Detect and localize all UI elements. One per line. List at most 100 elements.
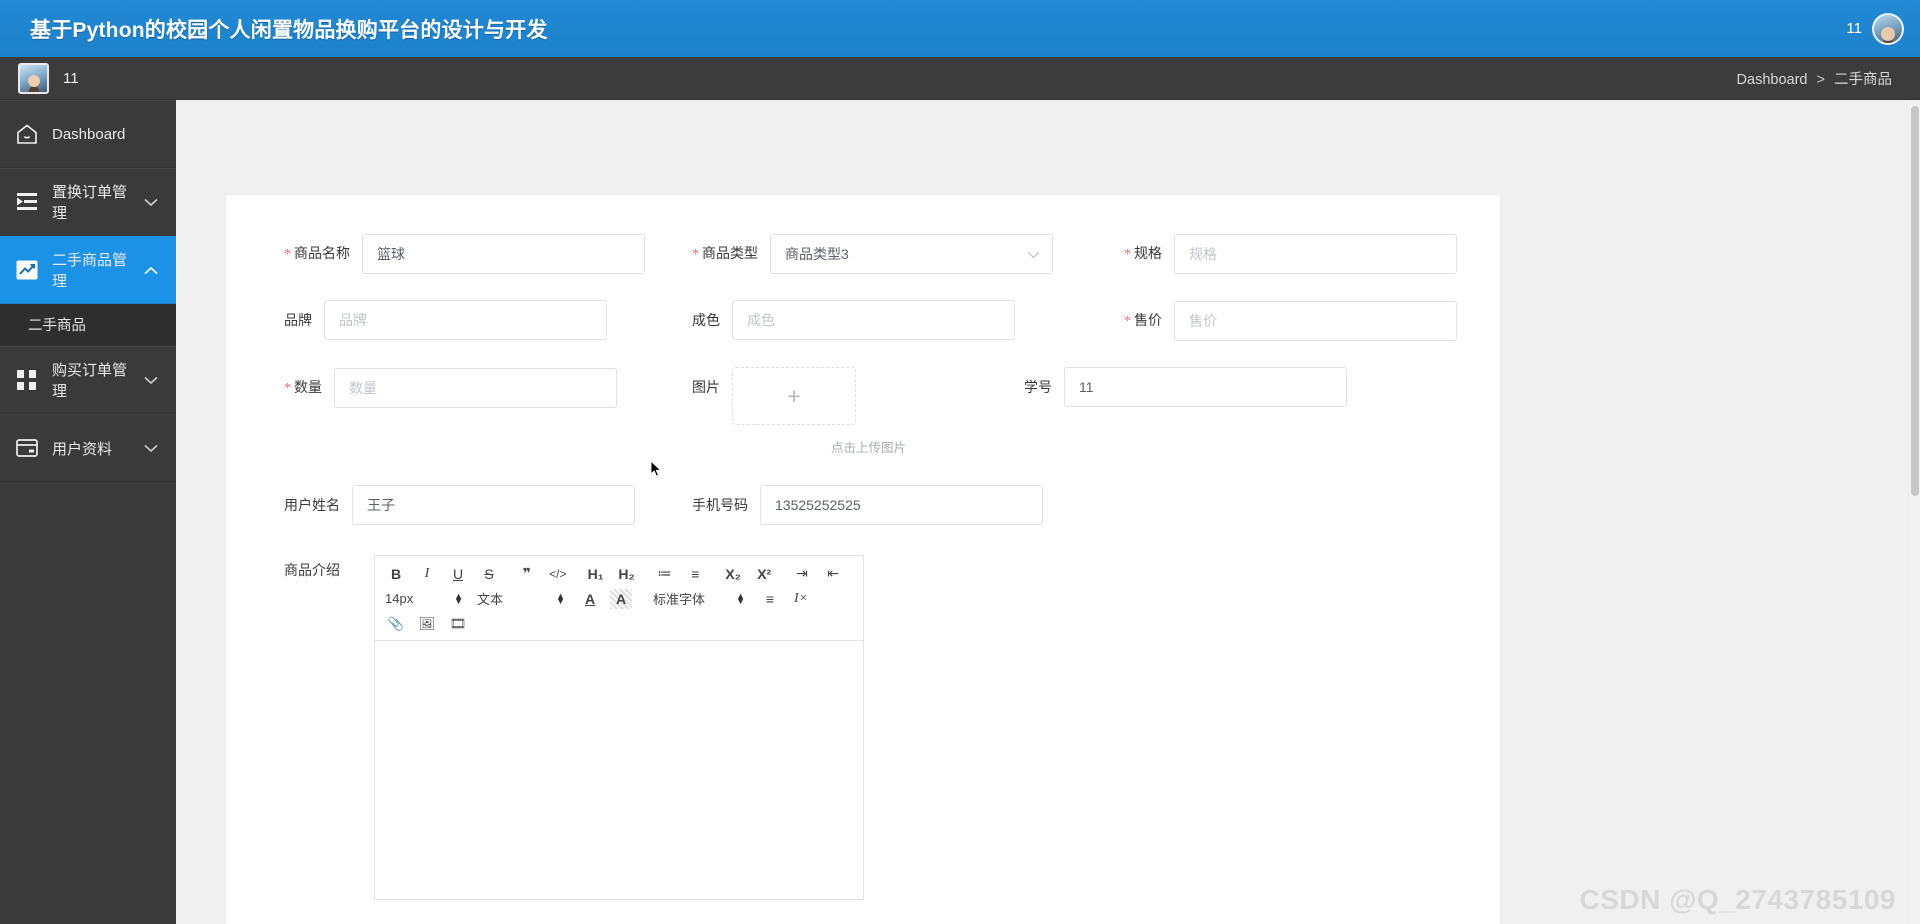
select-value: 商品类型3 (785, 246, 849, 262)
vertical-scrollbar[interactable] (1910, 100, 1920, 924)
titlebar-user-area[interactable]: 11 (1846, 12, 1904, 45)
field-condition: 成色 成色 (692, 300, 1015, 340)
student-id-input[interactable]: 11 (1064, 367, 1347, 407)
chevron-up-icon[interactable] (140, 266, 162, 275)
phone-input[interactable]: 13525252525 (760, 485, 1043, 525)
field-label: * 商品名称 (284, 245, 350, 262)
page-title-bar: 基于Python的校园个人闲置物品换购平台的设计与开发 11 (0, 0, 1920, 57)
field-brand: 品牌 品牌 (284, 300, 607, 340)
input-placeholder: 成色 (747, 312, 775, 328)
page-title: 基于Python的校园个人闲置物品换购平台的设计与开发 (30, 18, 548, 42)
user-avatar[interactable] (1872, 12, 1904, 45)
required-marker: * (284, 247, 291, 262)
field-product-name: * 商品名称 篮球 (284, 233, 645, 275)
font-color-icon[interactable]: A (579, 589, 601, 609)
breadcrumb: Dashboard > 二手商品 (1737, 68, 1892, 89)
breadcrumb-root[interactable]: Dashboard (1737, 72, 1808, 88)
clear-format-icon[interactable]: I× (790, 589, 812, 609)
field-product-type: * 商品类型 商品类型3 (692, 233, 1053, 275)
list-arrow-icon (14, 189, 40, 215)
breadcrumb-current: 二手商品 (1834, 71, 1892, 88)
chevron-down-icon[interactable] (140, 376, 162, 385)
italic-icon[interactable]: I (416, 564, 438, 584)
editor-content-area[interactable] (375, 641, 863, 899)
sidebar-item-purchase-orders[interactable]: 购买订单管理 (0, 346, 176, 414)
chevron-down-icon (1027, 246, 1040, 262)
price-input[interactable]: 售价 (1174, 301, 1457, 341)
user-avatar[interactable] (18, 62, 49, 94)
field-label: 图片 (692, 379, 720, 395)
product-name-input[interactable]: 篮球 (362, 234, 645, 274)
field-student-id: 学号 11 (1024, 367, 1347, 407)
sidebar: Dashboard 置换订单管理 二手商品管理 二手商品 购买订单管理 用户资料 (0, 100, 176, 924)
sidebar-subitem-secondhand-product[interactable]: 二手商品 (0, 304, 176, 346)
attachment-icon[interactable]: 📎 (385, 614, 407, 634)
field-label: * 数量 (284, 379, 322, 396)
underline-icon[interactable]: U (447, 564, 469, 584)
sidebar-item-label: 二手商品管理 (52, 252, 128, 290)
chevron-down-icon[interactable] (140, 198, 162, 207)
field-price: * 售价 售价 (1124, 300, 1457, 342)
indent-increase-icon[interactable]: ⇥ (791, 564, 813, 584)
sidebar-item-dashboard[interactable]: Dashboard (0, 100, 176, 168)
watermark: CSDN @Q_2743785109 (1579, 884, 1896, 915)
topbar-username: 11 (63, 69, 79, 87)
product-type-select[interactable]: 商品类型3 (770, 234, 1053, 274)
text-type-value: 文本 (477, 592, 504, 607)
background-color-icon[interactable]: A (610, 588, 632, 609)
topbar-user-area[interactable]: 11 (0, 62, 79, 94)
sidebar-item-user-profile[interactable]: 用户资料 (0, 414, 176, 482)
spec-input[interactable]: 规格 (1174, 234, 1457, 274)
heading-2-icon[interactable]: H₂ (616, 564, 638, 584)
indent-decrease-icon[interactable]: ⇤ (822, 564, 844, 584)
insert-video-icon[interactable]: 🎞 (447, 614, 469, 634)
field-label: 学号 (1024, 379, 1052, 395)
text-type-select[interactable]: 文本 ▲ ▼ (477, 589, 565, 609)
required-marker: * (1124, 314, 1131, 329)
image-upload-button[interactable]: + (732, 367, 856, 425)
input-placeholder: 规格 (1189, 246, 1217, 262)
ordered-list-icon[interactable]: ≔ (653, 564, 675, 584)
chevron-down-icon[interactable] (140, 444, 162, 453)
superscript-icon[interactable]: X² (753, 564, 775, 584)
scrollbar-thumb[interactable] (1911, 106, 1919, 496)
editor-toolbar: B I U S ❞ </> H₁ H₂ ≔ ≡ X₂ X² ⇥ ⇤ 14px ▲… (375, 556, 863, 641)
font-size-select[interactable]: 14px ▲ ▼ (385, 589, 463, 609)
code-block-icon[interactable]: </> (547, 564, 569, 584)
font-family-select[interactable]: 标准字体 ▲ ▼ (653, 589, 745, 609)
field-label: * 售价 (1124, 312, 1162, 329)
editor-toolbar-row-1: B I U S ❞ </> H₁ H₂ ≔ ≡ X₂ X² ⇥ ⇤ (385, 563, 853, 584)
required-marker: * (1124, 247, 1131, 262)
quantity-input[interactable]: 数量 (334, 368, 617, 408)
field-description: 商品介绍 (284, 555, 352, 581)
sidebar-item-secondhand-products[interactable]: 二手商品管理 (0, 236, 176, 304)
brand-input[interactable]: 品牌 (324, 300, 607, 340)
field-spec: * 规格 规格 (1124, 233, 1457, 275)
heading-1-icon[interactable]: H₁ (585, 564, 607, 584)
bold-icon[interactable]: B (385, 564, 407, 584)
input-placeholder: 售价 (1189, 313, 1217, 329)
sidebar-item-label: 置换订单管理 (52, 184, 128, 222)
input-value: 11 (1079, 379, 1094, 395)
required-marker: * (692, 247, 699, 262)
condition-input[interactable]: 成色 (732, 300, 1015, 340)
field-image: 图片 + (692, 367, 856, 425)
field-label: 品牌 (284, 312, 312, 328)
spinner-icon: ▲ ▼ (736, 590, 745, 606)
blockquote-icon[interactable]: ❞ (516, 564, 538, 584)
subscript-icon[interactable]: X₂ (722, 564, 744, 584)
home-icon (14, 121, 40, 147)
insert-image-icon[interactable]: 🖼 (416, 614, 438, 634)
user-name-input[interactable]: 王子 (352, 485, 635, 525)
field-label: 用户姓名 (284, 497, 340, 513)
spinner-icon: ▲ ▼ (454, 590, 463, 606)
field-user-name: 用户姓名 王子 (284, 485, 635, 525)
field-label: 商品介绍 (284, 562, 340, 578)
bullet-list-icon[interactable]: ≡ (684, 564, 706, 584)
strikethrough-icon[interactable]: S (478, 564, 500, 584)
input-value: 13525252525 (775, 497, 861, 513)
sidebar-item-exchange-orders[interactable]: 置换订单管理 (0, 168, 176, 236)
editor-toolbar-row-3: 📎 🖼 🎞 (385, 613, 853, 634)
align-icon[interactable]: ≡ (759, 589, 781, 609)
image-upload-hint: 点击上传图片 (831, 441, 907, 455)
